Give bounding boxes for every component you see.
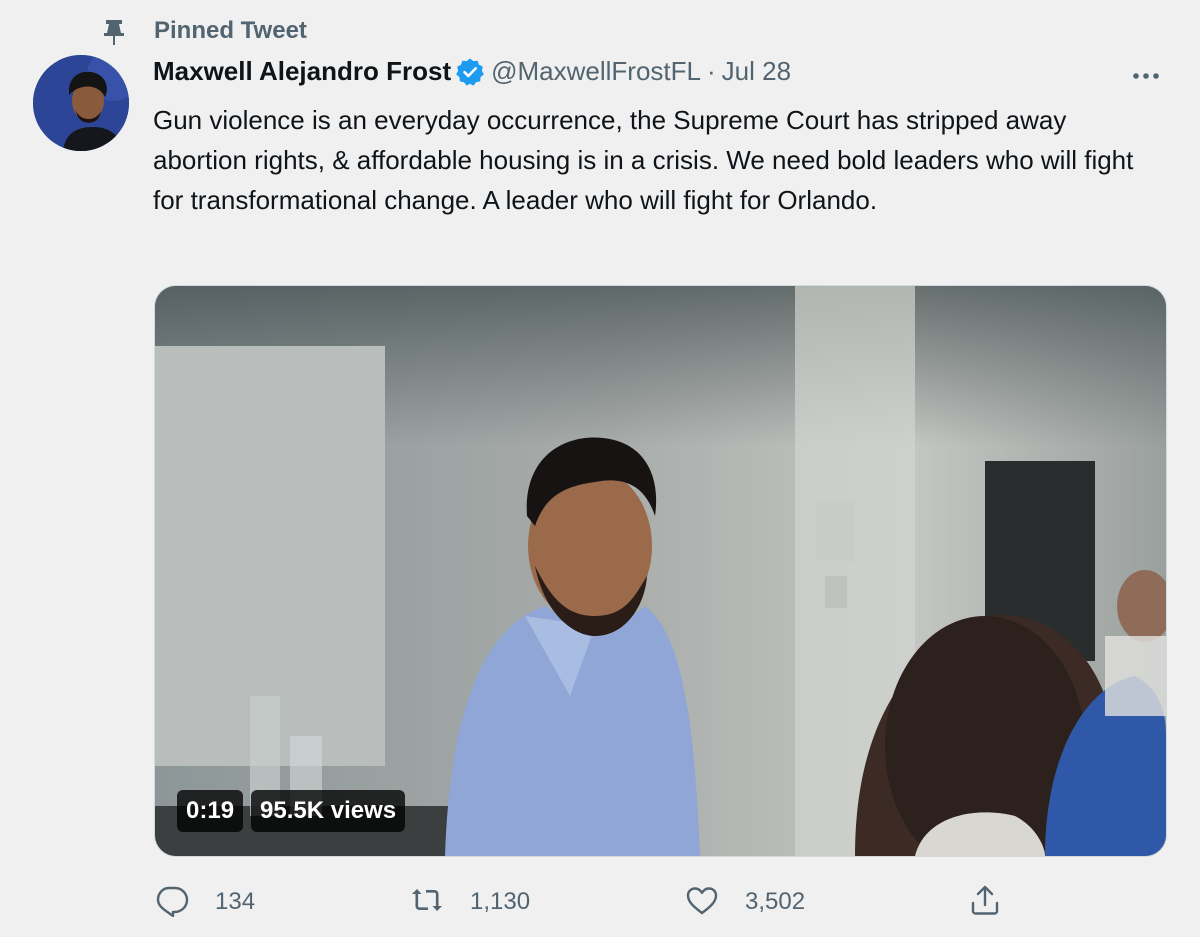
verified-badge-icon [455,57,485,87]
like-button[interactable]: 3,502 [685,880,805,924]
retweet-icon [410,883,444,922]
pin-icon [100,18,128,46]
author-handle[interactable]: @MaxwellFrostFL [491,56,701,86]
like-icon [685,883,719,922]
retweet-count: 1,130 [470,888,531,915]
avatar[interactable] [33,55,129,151]
tweet-actions: 134 1,130 3,502 [0,880,1200,924]
tweet-text: Gun violence is an everyday occurrence, … [153,105,1134,215]
video-badge: 0:19 95.5K views [177,790,406,832]
more-options-icon[interactable] [1126,62,1166,90]
pinned-label: Pinned Tweet [154,17,307,44]
video-frame [155,286,1166,856]
share-icon [968,883,1002,922]
reply-button[interactable]: 134 [155,880,255,924]
pinned-tweet-indicator: Pinned Tweet [100,14,700,50]
share-button[interactable] [968,880,1002,924]
video-duration: 0:19 [177,790,244,832]
tweet-header: Maxwell Alejandro Frost @MaxwellFrostFL ·… [153,56,1153,94]
retweet-button[interactable]: 1,130 [410,880,530,924]
reply-count: 134 [215,888,256,915]
tweet-date[interactable]: Jul 28 [722,56,791,86]
video-views: 95.5K views [251,790,406,832]
author-display-name[interactable]: Maxwell Alejandro Frost [153,56,451,86]
like-count: 3,502 [745,888,806,915]
header-separator: · [706,56,716,86]
reply-icon [155,883,189,922]
video-player[interactable]: 0:19 95.5K views [154,285,1167,857]
